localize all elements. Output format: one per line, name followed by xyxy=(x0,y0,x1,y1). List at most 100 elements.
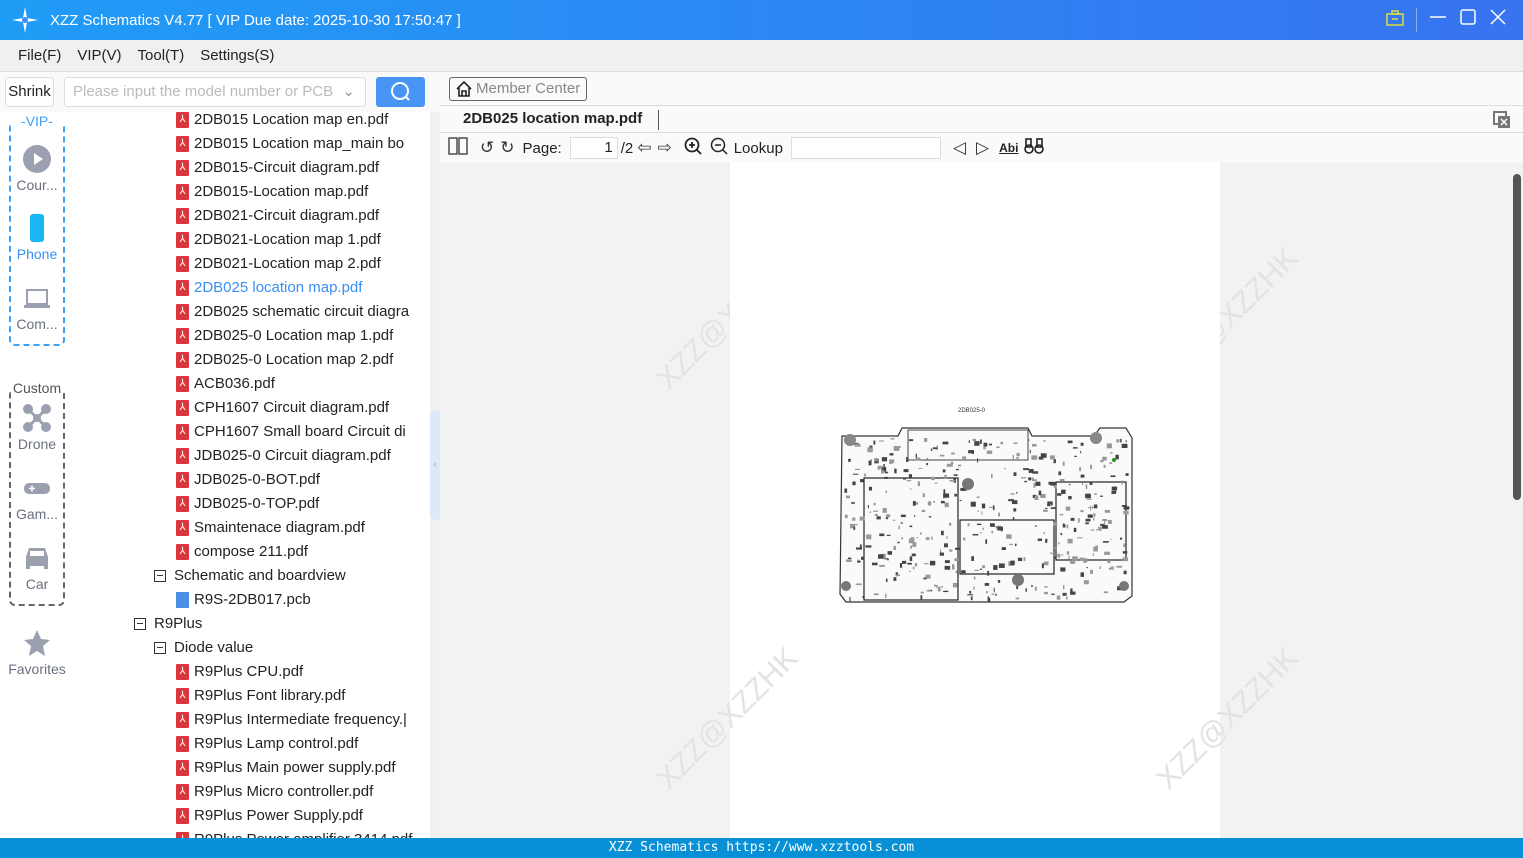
tree-file[interactable]: ⅄ R9Plus Font library.pdf xyxy=(176,684,345,708)
collapse-toggle-icon[interactable] xyxy=(154,642,166,654)
tree-file[interactable]: ⅄ 2DB025-0 Location map 2.pdf xyxy=(176,348,393,372)
shrink-button[interactable]: Shrink xyxy=(5,77,54,107)
tree-file[interactable]: ⅄ ACB036.pdf xyxy=(176,372,275,396)
tree-folder[interactable]: Schematic and boardview xyxy=(154,564,346,588)
tree-file[interactable]: ⅄ 2DB021-Circuit diagram.pdf xyxy=(176,204,379,228)
lookup-input[interactable] xyxy=(790,137,941,159)
pcb-component xyxy=(1083,580,1089,585)
tree-file[interactable]: ⅄ R9Plus Main power supply.pdf xyxy=(176,756,396,780)
pdf-viewport[interactable]: XZZ@XZZHK XZZ@XZZHK 2DB025-0 XZZ@XZZHK X… xyxy=(440,162,1523,838)
maximize-button[interactable] xyxy=(1453,8,1483,32)
tree-file[interactable]: ⅄ CPH1607 Circuit diagram.pdf xyxy=(176,396,389,420)
tree-folder[interactable]: R9Plus xyxy=(134,612,202,636)
viewer-scrollbar[interactable] xyxy=(1513,174,1521,500)
menu-tool[interactable]: Tool(T) xyxy=(138,47,185,64)
lookup-label: Lookup xyxy=(733,139,783,157)
pcb-component xyxy=(1090,529,1095,531)
pcb-component xyxy=(893,577,897,581)
menu-settings[interactable]: Settings(S) xyxy=(200,47,274,64)
pcb-component xyxy=(1053,556,1056,559)
nav-car[interactable]: Car xyxy=(0,544,74,592)
zoom-in-icon[interactable] xyxy=(684,137,702,160)
pcb-component xyxy=(974,569,980,571)
pcb-component xyxy=(906,456,909,462)
page-number-input[interactable]: 1 xyxy=(569,137,618,159)
tree-file[interactable]: ⅄ CPH1607 Small board Circuit di xyxy=(176,420,406,444)
pcb-component xyxy=(852,481,856,486)
binoculars-icon[interactable] xyxy=(1024,137,1045,160)
tree-file[interactable]: ⅄ 2DB015-Circuit diagram.pdf xyxy=(176,156,379,180)
tree-file[interactable]: ⅄ 2DB015 Location map en.pdf xyxy=(176,112,388,132)
tree-folder[interactable]: Diode value xyxy=(154,636,253,660)
pcb-component xyxy=(873,502,876,506)
pcb-component xyxy=(967,523,970,527)
zoom-out-icon[interactable] xyxy=(710,137,728,160)
find-previous-icon[interactable]: ◁ xyxy=(953,138,966,158)
pcb-component xyxy=(1090,569,1093,574)
pcb-component xyxy=(1016,452,1020,457)
pcb-component xyxy=(1060,567,1066,572)
tab-active-document[interactable]: 2DB025 location map.pdf xyxy=(463,110,642,127)
tree-file[interactable]: ⅄ R9Plus Intermediate frequency.| xyxy=(176,708,407,732)
collapse-panel-handle[interactable]: ‹ xyxy=(430,410,440,520)
pcb-component xyxy=(990,523,995,527)
pcb-component xyxy=(991,593,994,596)
collapse-toggle-icon[interactable] xyxy=(154,570,166,582)
rotate-left-icon[interactable]: ↺ xyxy=(480,138,494,158)
pdf-file-icon: ⅄ xyxy=(176,688,189,704)
nav-drone[interactable]: Drone xyxy=(0,404,74,452)
tree-file[interactable]: ⅄ JDB025-0 Circuit diagram.pdf xyxy=(176,444,391,468)
pcb-component xyxy=(883,464,885,467)
title-bar: XZZ Schematics V4.77 [ VIP Due date: 202… xyxy=(0,0,1523,40)
two-page-view-icon[interactable] xyxy=(448,136,468,160)
next-page-arrow-icon[interactable]: ⇨ xyxy=(657,138,671,158)
tree-file[interactable]: ⅄ R9Plus Micro controller.pdf xyxy=(176,780,373,804)
menu-vip[interactable]: VIP(V) xyxy=(77,47,121,64)
tree-file[interactable]: ⅄ JDB025-0-BOT.pdf xyxy=(176,468,320,492)
menu-file[interactable]: File(F) xyxy=(18,47,61,64)
tree-file[interactable]: ⅄ 2DB021-Location map 1.pdf xyxy=(176,228,381,252)
nav-game[interactable]: Gam... xyxy=(0,474,74,522)
tree-file[interactable]: ⅄ 2DB015-Location map.pdf xyxy=(176,180,368,204)
tree-file[interactable]: ⅄ R9Plus Lamp control.pdf xyxy=(176,732,358,756)
pcb-component xyxy=(993,587,995,593)
pcb-component xyxy=(1011,500,1018,505)
tree-file[interactable]: ⅄ 2DB025-0 Location map 1.pdf xyxy=(176,324,393,348)
tree-file[interactable]: ⅄ R9Plus CPU.pdf xyxy=(176,660,303,684)
pcb-component xyxy=(967,594,974,596)
tree-file[interactable]: ⅄R9Plus Power amplifier 3414.pdf xyxy=(176,828,412,838)
match-case-icon[interactable]: Abi xyxy=(999,141,1018,155)
nav-courses[interactable]: Cour... xyxy=(0,145,74,193)
briefcase-icon[interactable] xyxy=(1380,9,1410,32)
close-all-tabs-icon[interactable] xyxy=(1493,111,1511,129)
pcb-component xyxy=(886,534,891,536)
model-search-input[interactable]: Please input the model number or PCB ⌄ xyxy=(64,77,366,107)
tree-file[interactable]: ⅄ JDB025-0-TOP.pdf xyxy=(176,492,319,516)
pcb-component xyxy=(908,474,912,479)
pcb-component xyxy=(931,536,933,541)
pcb-component xyxy=(910,537,915,542)
tree-file[interactable]: ⅄ compose 211.pdf xyxy=(176,540,308,564)
tree-file[interactable]: ⅄ 2DB015 Location map_main bo xyxy=(176,132,404,156)
tree-file[interactable]: ⅄ Smaintenace diagram.pdf xyxy=(176,516,365,540)
chevron-down-icon[interactable]: ⌄ xyxy=(342,78,355,106)
tree-file[interactable]: ⅄ R9Plus Power Supply.pdf xyxy=(176,804,363,828)
close-button[interactable] xyxy=(1483,8,1513,32)
tree-item-label: JDB025-0-BOT.pdf xyxy=(194,471,320,488)
tree-file[interactable]: ⅄ 2DB025 schematic circuit diagra xyxy=(176,300,409,324)
pcb-component xyxy=(887,551,893,555)
pcb-component xyxy=(1061,489,1066,494)
nav-favorites[interactable]: Favorites xyxy=(0,629,74,677)
nav-phone[interactable]: Phone xyxy=(0,214,74,262)
find-next-icon[interactable]: ▷ xyxy=(976,138,989,158)
nav-computer[interactable]: Com... xyxy=(0,284,74,332)
tree-file[interactable]: ⅄ 2DB025 location map.pdf xyxy=(176,276,362,300)
search-button[interactable] xyxy=(376,77,425,107)
member-center-button[interactable]: Member Center xyxy=(449,77,588,101)
tree-file[interactable]: R9S-2DB017.pcb xyxy=(176,588,311,612)
tree-file[interactable]: ⅄ 2DB021-Location map 2.pdf xyxy=(176,252,381,276)
minimize-button[interactable] xyxy=(1423,8,1453,32)
collapse-toggle-icon[interactable] xyxy=(134,618,146,630)
previous-page-arrow-icon[interactable]: ⇦ xyxy=(637,138,651,158)
rotate-right-icon[interactable]: ↻ xyxy=(500,138,514,158)
